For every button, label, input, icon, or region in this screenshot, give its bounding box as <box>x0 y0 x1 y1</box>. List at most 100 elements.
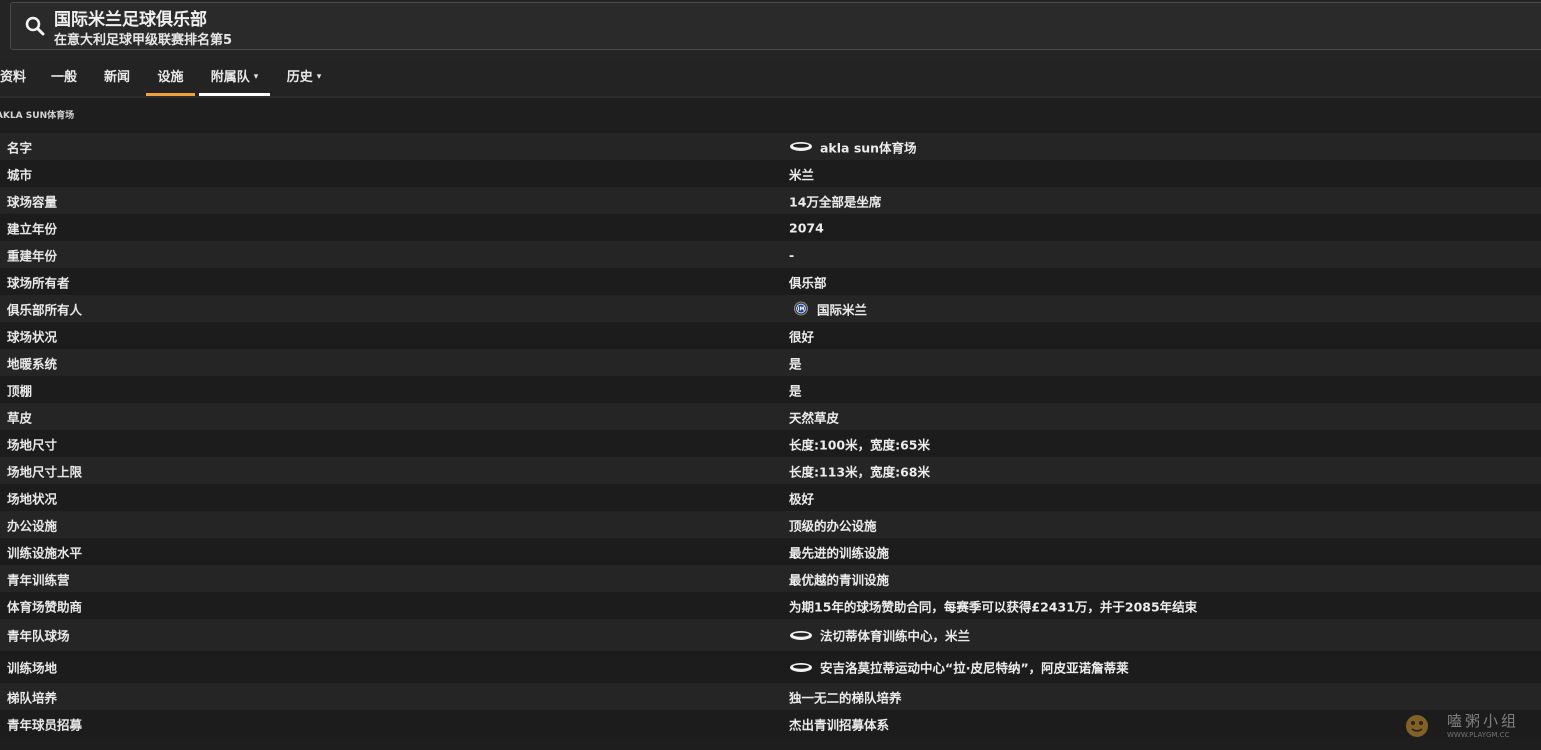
watermark-title: 嗑粥小组 <box>1447 712 1520 730</box>
tab-active-indicator <box>146 93 195 96</box>
tab-general[interactable]: 一般 <box>46 66 82 90</box>
row-value: 2074 <box>789 220 824 235</box>
table-row: 场地尺寸上限 长度:113米，宽度:68米 <box>0 457 1541 484</box>
table-row: 体育场赞助商 为期15年的球场赞助合同，每赛季可以获得£2431万，并于2085… <box>0 592 1541 619</box>
row-key: 城市 <box>7 167 33 182</box>
table-row: 训练设施水平 最先进的训练设施 <box>0 538 1541 565</box>
table-row: 青年训练营 最优越的青训设施 <box>0 565 1541 592</box>
row-value: 最优越的青训设施 <box>789 572 890 587</box>
row-value: 极好 <box>789 491 815 506</box>
row-value: 天然草皮 <box>789 410 840 425</box>
club-league-position: 在意大利足球甲级联赛排名第5 <box>54 33 233 48</box>
row-value: 最先进的训练设施 <box>789 545 890 560</box>
row-key: 球场所有者 <box>7 275 70 290</box>
row-key: 体育场赞助商 <box>7 599 83 614</box>
row-value: 顶级的办公设施 <box>789 518 877 533</box>
table-row: 重建年份 - <box>0 241 1541 268</box>
table-row: 名字 akla sun体育场 <box>0 133 1541 160</box>
facilities-table: 名字 akla sun体育场 城市 米兰 球场容量 14万全部是坐席 建立年份 … <box>0 133 1541 737</box>
tab-profile[interactable]: 资料 <box>0 66 30 90</box>
tab-affiliates[interactable]: 附属队 ▾ <box>199 66 270 96</box>
table-row: 草皮 天然草皮 <box>0 403 1541 430</box>
row-value: 是 <box>789 356 802 371</box>
tab-facilities[interactable]: 设施 <box>146 66 195 96</box>
stadium-section-title: AKLA SUN体育场 <box>0 111 75 121</box>
search-icon[interactable] <box>24 15 46 37</box>
club-search-box[interactable]: 国际米兰足球俱乐部 在意大利足球甲级联赛排名第5 <box>10 2 1541 50</box>
row-value: 很好 <box>789 329 815 344</box>
stadium-icon <box>790 142 812 151</box>
row-key: 建立年份 <box>7 221 58 236</box>
row-value: - <box>789 247 795 262</box>
table-row: 球场所有者 俱乐部 <box>0 268 1541 295</box>
row-key: 地暖系统 <box>7 356 58 371</box>
table-row: 青年球员招募 杰出青训招募体系 <box>0 710 1541 737</box>
table-row: 顶棚 是 <box>0 376 1541 403</box>
row-key: 训练场地 <box>7 660 58 676</box>
row-value: 为期15年的球场赞助合同，每赛季可以获得£2431万，并于2085年结束 <box>789 599 1198 614</box>
table-row: 训练场地 安吉洛莫拉蒂运动中心“拉·皮尼特纳”，阿皮亚诺詹蒂莱 <box>0 651 1541 683</box>
row-key: 训练设施水平 <box>7 545 83 560</box>
row-key: 球场容量 <box>7 194 58 209</box>
table-row: 青年队球场 法切蒂体育训练中心，米兰 <box>0 619 1541 651</box>
tab-facilities-label: 设施 <box>157 70 184 85</box>
row-key: 办公设施 <box>7 518 58 533</box>
training-ground-link[interactable]: 安吉洛莫拉蒂运动中心“拉·皮尼特纳”，阿皮亚诺詹蒂莱 <box>820 658 1129 677</box>
row-key: 场地尺寸上限 <box>7 464 83 479</box>
tab-profile-label: 资料 <box>0 70 26 85</box>
stadium-icon <box>790 630 812 640</box>
row-value[interactable]: IM 国际米兰 <box>789 299 867 318</box>
row-value: 俱乐部 <box>789 275 827 290</box>
row-key: 青年队球场 <box>7 628 70 644</box>
row-value: 长度:100米，宽度:65米 <box>789 437 930 452</box>
row-value: 是 <box>789 383 802 398</box>
row-key: 场地尺寸 <box>7 437 58 452</box>
tab-news-label: 新闻 <box>103 70 130 85</box>
row-value[interactable]: akla sun体育场 <box>789 137 917 156</box>
stadium-icon <box>790 662 812 672</box>
table-row: 俱乐部所有人 IM 国际米兰 <box>0 295 1541 322</box>
table-row: 地暖系统 是 <box>0 349 1541 376</box>
tab-news[interactable]: 新闻 <box>98 66 136 90</box>
stadium-name-link[interactable]: akla sun体育场 <box>820 137 917 156</box>
tab-affiliates-label: 附属队 <box>210 70 250 85</box>
chevron-down-icon: ▾ <box>253 71 259 82</box>
table-row: 梯队培养 独一无二的梯队培养 <box>0 683 1541 710</box>
row-key: 青年训练营 <box>7 572 70 587</box>
header-bar: 国际米兰足球俱乐部 在意大利足球甲级联赛排名第5 <box>0 0 1541 60</box>
row-key: 场地状况 <box>7 491 58 506</box>
tab-bar: 资料 一般 新闻 设施 附属队 ▾ 历史 ▾ <box>0 60 1541 98</box>
club-crest-icon: IM <box>794 301 808 316</box>
row-key: 重建年份 <box>7 248 58 263</box>
row-key: 球场状况 <box>7 329 58 344</box>
row-value[interactable]: 安吉洛莫拉蒂运动中心“拉·皮尼特纳”，阿皮亚诺詹蒂莱 <box>789 658 1129 677</box>
row-key: 名字 <box>7 140 33 155</box>
watermark-logo-icon <box>1406 715 1428 737</box>
row-key: 梯队培养 <box>7 690 58 705</box>
row-key: 顶棚 <box>7 383 33 398</box>
row-value: 米兰 <box>789 167 815 182</box>
row-value[interactable]: 法切蒂体育训练中心，米兰 <box>789 626 970 645</box>
table-row: 建立年份 2074 <box>0 214 1541 241</box>
tab-history[interactable]: 历史 ▾ <box>280 66 328 90</box>
table-row: 球场状况 很好 <box>0 322 1541 349</box>
club-name: 国际米兰足球俱乐部 <box>54 10 207 30</box>
tab-hover-indicator <box>199 93 270 96</box>
row-value: 长度:113米，宽度:68米 <box>789 464 930 479</box>
svg-text:IM: IM <box>798 307 805 313</box>
chevron-down-icon: ▾ <box>316 71 322 82</box>
table-row: 场地尺寸 长度:100米，宽度:65米 <box>0 430 1541 457</box>
row-value: 14万全部是坐席 <box>789 194 882 209</box>
youth-stadium-link[interactable]: 法切蒂体育训练中心，米兰 <box>820 626 970 645</box>
table-row: 场地状况 极好 <box>0 484 1541 511</box>
watermark-url: WWW.PLAYGM.CC <box>1447 731 1510 739</box>
row-value: 独一无二的梯队培养 <box>789 690 902 705</box>
watermark: 嗑粥小组 WWW.PLAYGM.CC <box>1403 710 1533 742</box>
row-key: 青年球员招募 <box>7 717 83 732</box>
table-row: 球场容量 14万全部是坐席 <box>0 187 1541 214</box>
club-owner-link[interactable]: 国际米兰 <box>817 299 867 318</box>
row-key: 俱乐部所有人 <box>7 302 83 317</box>
row-value: 杰出青训招募体系 <box>789 717 890 732</box>
tab-history-label: 历史 <box>286 70 313 85</box>
table-row: 办公设施 顶级的办公设施 <box>0 511 1541 538</box>
